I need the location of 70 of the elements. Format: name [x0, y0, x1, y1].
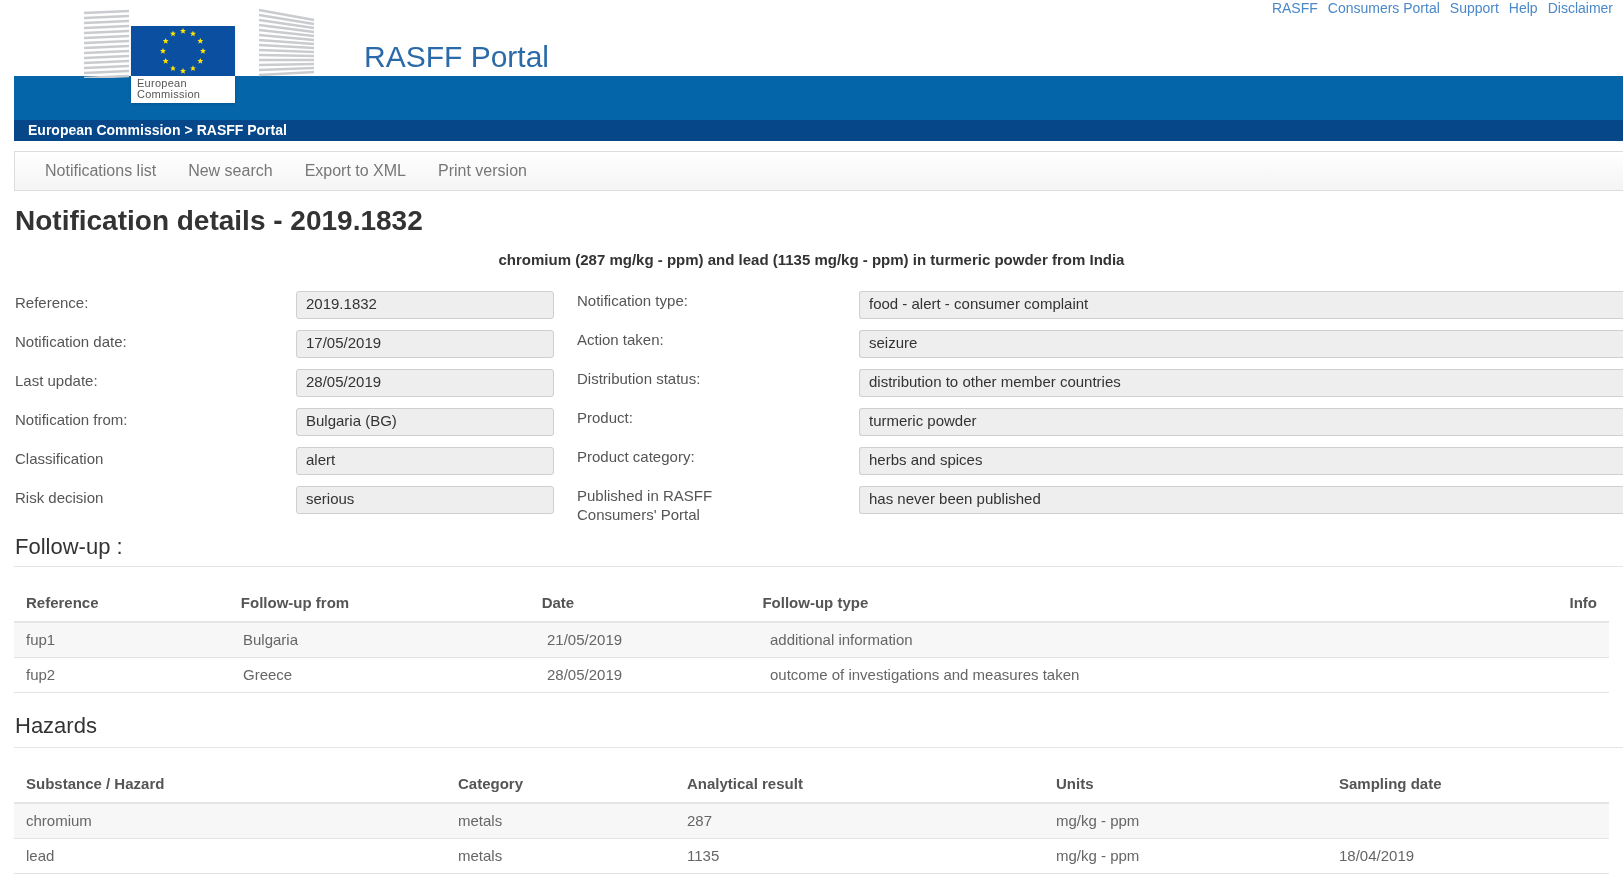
- table-cell: additional information: [770, 630, 913, 648]
- table-cell: lead: [26, 846, 55, 864]
- readonly-field[interactable]: seizure: [859, 329, 1623, 358]
- nav-link[interactable]: Export to XML: [288, 159, 422, 183]
- table-cell: fup1: [26, 630, 56, 648]
- table-cell: Bulgaria: [243, 630, 299, 648]
- logo-caption: European Commission: [131, 76, 235, 103]
- readonly-field[interactable]: distribution to other member countries: [859, 368, 1623, 397]
- top-link[interactable]: RASFF: [1271, 0, 1318, 16]
- table-cell: fup2: [26, 665, 56, 683]
- table-cell: 28/05/2019: [547, 665, 623, 683]
- table-cell: 1135: [687, 846, 720, 864]
- table-cell: metals: [458, 846, 503, 864]
- table-cell: 21/05/2019: [547, 630, 623, 648]
- column-header: Follow-up type: [762, 593, 869, 611]
- breadcrumb-link[interactable]: European Commission: [28, 120, 181, 141]
- readonly-field[interactable]: 2019.1832: [296, 290, 554, 319]
- column-header: Follow-up from: [240, 593, 350, 611]
- column-header: Category: [458, 774, 524, 792]
- readonly-field[interactable]: herbs and spices: [859, 446, 1623, 475]
- table-cell: mg/kg - ppm: [1056, 846, 1140, 864]
- field-label: Product:: [577, 407, 634, 427]
- field-label: Notification date:: [15, 332, 127, 350]
- field-label: Action taken:: [577, 329, 665, 349]
- readonly-field[interactable]: food - alert - consumer complaint: [859, 290, 1623, 319]
- table-cell: Greece: [243, 665, 293, 683]
- readonly-field[interactable]: Bulgaria (BG): [296, 407, 554, 436]
- table-cell: 287: [687, 811, 713, 829]
- field-label: Published in RASFF Consumers' Portal: [577, 485, 714, 524]
- nav-link[interactable]: New search: [172, 159, 289, 183]
- readonly-field[interactable]: 17/05/2019: [296, 329, 554, 358]
- eu-flag-icon: [131, 26, 235, 76]
- readonly-field[interactable]: has never been published: [859, 485, 1623, 514]
- notification-subject: chromium (287 mg/kg - ppm) and lead (1135 mg/kg - ppm) in turmeric powder from India: [498, 250, 1125, 270]
- nav-link[interactable]: Print version: [422, 159, 543, 183]
- field-label: Classification: [15, 449, 104, 467]
- table-cell: mg/kg - ppm: [1056, 811, 1140, 829]
- table-cell: 18/04/2019: [1339, 846, 1415, 864]
- field-label: Product category:: [577, 446, 696, 466]
- readonly-field[interactable]: 28/05/2019: [296, 368, 554, 397]
- page-title: Notification details - 2019.1832: [15, 205, 424, 237]
- table-cell: outcome of investigations and measures taken: [770, 665, 1080, 683]
- field-label: Notification from:: [15, 410, 128, 428]
- top-link[interactable]: Disclaimer: [1547, 0, 1613, 16]
- breadcrumb-separator: >: [184, 121, 193, 140]
- nav-link[interactable]: Notifications list: [29, 159, 173, 183]
- column-header: Date: [541, 593, 575, 611]
- field-label: Risk decision: [15, 488, 104, 506]
- top-link[interactable]: Consumers Portal: [1327, 0, 1440, 16]
- field-label: Last update:: [15, 371, 98, 389]
- field-label: Notification type:: [577, 290, 689, 310]
- readonly-field[interactable]: serious: [296, 485, 554, 514]
- site-title: RASFF Portal: [364, 40, 550, 74]
- column-header: Reference: [26, 593, 99, 611]
- table-cell: metals: [458, 811, 503, 829]
- column-header: Analytical result: [687, 774, 803, 792]
- readonly-field[interactable]: alert: [296, 446, 554, 475]
- column-header: Info: [1569, 593, 1597, 611]
- column-header: Substance / Hazard: [26, 774, 165, 792]
- field-label: Distribution status:: [577, 368, 702, 388]
- top-link[interactable]: Support: [1449, 0, 1499, 16]
- top-link[interactable]: Help: [1508, 0, 1538, 16]
- section-heading: Follow-up :: [15, 533, 124, 560]
- field-label: Reference:: [15, 293, 89, 311]
- section-heading: Hazards: [15, 712, 98, 739]
- column-header: Sampling date: [1339, 774, 1442, 792]
- readonly-field[interactable]: turmeric powder: [859, 407, 1623, 436]
- table-cell: chromium: [26, 811, 92, 829]
- breadcrumb-link[interactable]: RASFF Portal: [196, 120, 287, 141]
- column-header: Units: [1056, 774, 1094, 792]
